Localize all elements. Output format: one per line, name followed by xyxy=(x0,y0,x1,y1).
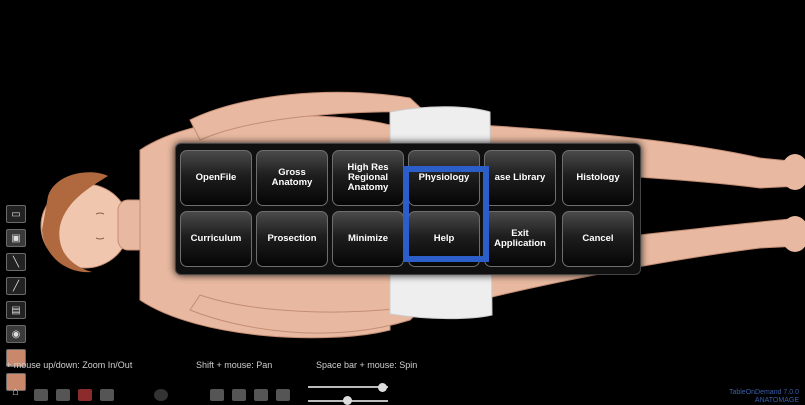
eye-icon[interactable]: ◉ xyxy=(6,325,26,343)
help-button[interactable]: Help xyxy=(408,211,480,267)
high-res-regional-anatomy-button[interactable]: High Res Regional Anatomy xyxy=(332,150,404,206)
curriculum-button[interactable]: Curriculum xyxy=(180,211,252,267)
exit-application-button[interactable]: Exit Application xyxy=(484,211,556,267)
copy-icon[interactable] xyxy=(254,389,268,401)
cancel-button[interactable]: Cancel xyxy=(562,211,634,267)
panel-icon[interactable]: ▭ xyxy=(6,205,26,223)
brush-icon[interactable] xyxy=(100,389,114,401)
view-eye-icon[interactable] xyxy=(276,389,290,401)
second-slider-knob[interactable] xyxy=(343,396,352,405)
gross-anatomy-button[interactable]: Gross Anatomy xyxy=(256,150,328,206)
layers-icon[interactable] xyxy=(210,389,224,401)
zoom-hint: + mouse up/down: Zoom In/Out xyxy=(6,360,133,370)
zoom-slider-track[interactable] xyxy=(308,386,388,388)
pencil-icon[interactable] xyxy=(56,389,70,401)
minimize-button[interactable]: Minimize xyxy=(332,211,404,267)
histology-button[interactable]: Histology xyxy=(562,150,634,206)
bottom-toolbar: ⌂ xyxy=(0,383,805,405)
prosection-button[interactable]: Prosection xyxy=(256,211,328,267)
measure-icon[interactable]: ▤ xyxy=(6,301,26,319)
watermark: TableOnDemand 7.0.0 ANATOMAGE xyxy=(728,389,799,404)
pan-hint: Shift + mouse: Pan xyxy=(196,360,273,370)
physiology-button[interactable]: Physiology xyxy=(408,150,480,206)
openfile-button[interactable]: OpenFile xyxy=(180,150,252,206)
spin-hint: Space bar + mouse: Spin xyxy=(316,360,418,370)
case-library-button[interactable]: ase Library xyxy=(484,150,556,206)
pen-red-icon[interactable] xyxy=(78,389,92,401)
line-icon[interactable]: ╲ xyxy=(6,253,26,271)
zoom-slider-knob[interactable] xyxy=(378,383,387,392)
grid-icon[interactable] xyxy=(232,389,246,401)
camera-icon[interactable]: ▣ xyxy=(6,229,26,247)
pen-icon[interactable] xyxy=(34,389,48,401)
home-icon[interactable]: ⌂ xyxy=(12,386,26,398)
circle-icon[interactable] xyxy=(154,389,168,401)
slash-icon[interactable]: ╱ xyxy=(6,277,26,295)
